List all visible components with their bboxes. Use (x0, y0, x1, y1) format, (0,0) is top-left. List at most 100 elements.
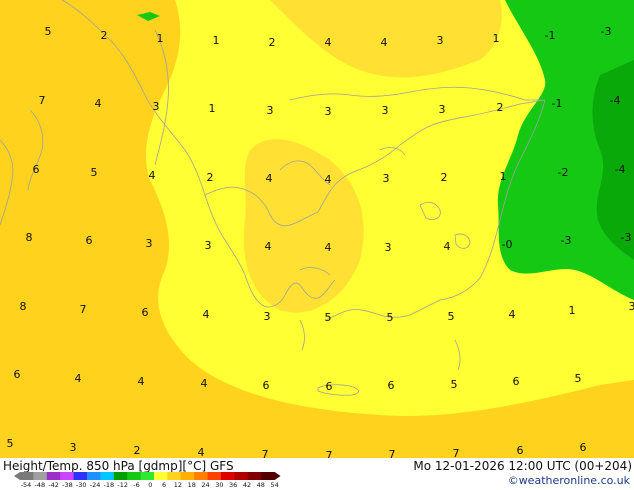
temperature-value: 5 (7, 437, 14, 450)
legend-tick-label: 24 (201, 481, 209, 488)
temperature-value: 4 (95, 97, 102, 110)
temperature-value: -1 (552, 97, 563, 110)
temperature-value: 1 (493, 32, 500, 45)
temperature-value: 4 (265, 240, 272, 253)
temperature-value: 2 (269, 36, 276, 49)
legend-swatch (46, 472, 61, 480)
forecast-datetime: Mo 12-01-2026 12:00 UTC (00+204) (413, 459, 632, 473)
temperature-value: 6 (33, 163, 40, 176)
map-title: Height/Temp. 850 hPa [gdmp][°C] GFS (3, 459, 234, 473)
temperature-value: 4 (325, 173, 332, 186)
legend-tick-label: 36 (229, 481, 237, 488)
temperature-value: 5 (387, 311, 394, 324)
legend-tick-label: -38 (62, 481, 73, 488)
temperature-value: 2 (101, 29, 108, 42)
temperature-value: 2 (497, 101, 504, 114)
temperature-value: 6 (142, 306, 149, 319)
temperature-value: -3 (561, 234, 572, 247)
legend-tick-label: 30 (215, 481, 223, 488)
legend-swatch (140, 472, 155, 480)
temperature-value: 2 (441, 171, 448, 184)
temperature-value: 6 (517, 444, 524, 457)
temperature-value: 1 (209, 102, 216, 115)
temperature-value: 3 (264, 310, 271, 323)
temperature-value: 6 (513, 375, 520, 388)
legend-tick-label: 6 (162, 481, 166, 488)
legend-tick-label: -54 (21, 481, 32, 488)
temperature-value: 3 (385, 241, 392, 254)
legend-tick-label: -48 (34, 481, 45, 488)
temperature-value: 1 (500, 170, 507, 183)
temperature-value: 4 (325, 241, 332, 254)
weather-map: 5 2 1 1 2 4 4 3 1 -1 -3 7 4 3 1 3 3 3 3 2 -1 -4 6 5 4 2 4 4 3 2 1 -2 -4 8… (0, 0, 634, 458)
legend-swatch (194, 472, 209, 480)
temperature-value: 2 (207, 171, 214, 184)
temperature-value: 7 (262, 448, 269, 458)
temperature-value: 6 (86, 234, 93, 247)
temperature-value: 5 (45, 25, 52, 38)
temperature-value: 4 (325, 36, 332, 49)
legend-tick-label: -18 (104, 481, 115, 488)
legend-swatch (154, 472, 168, 480)
legend-tick-label: -42 (48, 481, 59, 488)
temperature-value: -3 (601, 25, 612, 38)
temperature-value: 1 (569, 304, 576, 317)
legend-tick-label: 42 (243, 481, 251, 488)
temperature-value: 5 (91, 166, 98, 179)
temperature-value: 7 (326, 449, 333, 458)
temperature-value: 1 (157, 32, 164, 45)
temperature-value: 3 (153, 100, 160, 113)
temperature-value: 5 (451, 378, 458, 391)
temperature-value: 4 (266, 172, 273, 185)
map-canvas: 5 2 1 1 2 4 4 3 1 -1 -3 7 4 3 1 3 3 3 3 2 -1 -4 6 5 4 2 4 4 3 2 1 -2 -4 8… (0, 0, 634, 458)
legend-swatch (180, 472, 195, 480)
legend-swatch (87, 472, 101, 480)
legend-swatch (234, 472, 249, 480)
temperature-value: 3 (205, 239, 212, 252)
temperature-value: 5 (325, 311, 332, 324)
legend-tick-label: 54 (270, 481, 278, 488)
legend-tick-label: -12 (117, 481, 128, 488)
legend-tick-label: -24 (90, 481, 101, 488)
temperature-value: -4 (615, 163, 626, 176)
legend-swatch (127, 472, 142, 480)
legend-tick-label: 0 (148, 481, 152, 488)
temperature-value: 3 (267, 104, 274, 117)
temperature-value: 4 (201, 377, 208, 390)
legend-swatch (100, 472, 115, 480)
temperature-value: 6 (263, 379, 270, 392)
temperature-value: 4 (509, 308, 516, 321)
legend-swatch (261, 472, 276, 480)
temperature-value: -2 (558, 166, 569, 179)
temperature-value: 1 (213, 34, 220, 47)
temperature-value: 3 (383, 172, 390, 185)
legend-swatch (20, 472, 34, 480)
legend-swatch (73, 472, 88, 480)
temperature-value: 7 (389, 448, 396, 458)
color-legend: -54 -48 -42 -38 -30 -24 -18 -12 -6 0 6 12 18 24 30 36 42… (14, 472, 281, 488)
temperature-value: 7 (39, 94, 46, 107)
legend-swatch (247, 472, 262, 480)
temperature-value: 8 (26, 231, 33, 244)
credit-link[interactable]: ©weatheronline.co.uk (508, 474, 630, 487)
map-footer: Height/Temp. 850 hPa [gdmp][°C] GFS Mo 1… (0, 458, 634, 490)
temperature-value: 4 (138, 375, 145, 388)
temperature-value: 6 (326, 380, 333, 393)
legend-tick-label: -30 (76, 481, 87, 488)
legend-swatch (113, 472, 128, 480)
legend-tick-label: 48 (257, 481, 265, 488)
temperature-value: 4 (381, 36, 388, 49)
temperature-value: 4 (149, 169, 156, 182)
temperature-value: 3 (325, 105, 332, 118)
temperature-value: 4 (198, 446, 205, 458)
temperature-value: 5 (575, 372, 582, 385)
temperature-value: 8 (20, 300, 27, 313)
temperature-value: 3 (629, 300, 634, 313)
legend-tick-label: 18 (188, 481, 196, 488)
temperature-value: 3 (437, 34, 444, 47)
temperature-value: 2 (134, 444, 141, 457)
temperature-value: 3 (382, 104, 389, 117)
temperature-value: 4 (444, 240, 451, 253)
temperature-value: 6 (388, 379, 395, 392)
legend-swatch (221, 472, 235, 480)
